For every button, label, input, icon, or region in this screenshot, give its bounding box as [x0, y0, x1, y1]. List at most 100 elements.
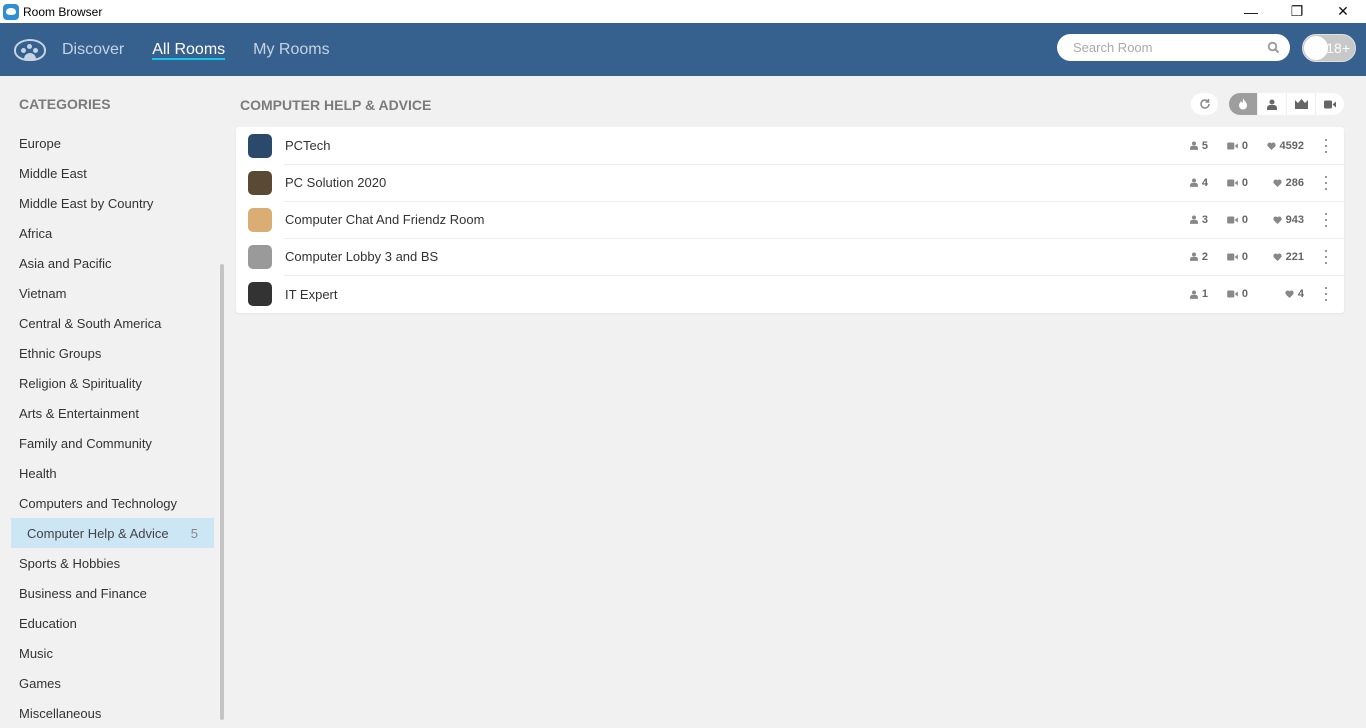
sidebar-scrollbar[interactable]	[220, 264, 224, 720]
like-count-value: 4	[1297, 288, 1304, 300]
like-count: 4592	[1266, 139, 1304, 152]
room-row[interactable]: Computer Lobby 3 and BS 2 0 221	[236, 238, 1344, 275]
category-item[interactable]: Ethnic Groups	[0, 338, 226, 368]
refresh-icon	[1199, 99, 1210, 109]
user-count: 3	[1189, 213, 1208, 226]
like-count-value: 221	[1285, 250, 1304, 263]
camera-count: 0	[1227, 177, 1248, 189]
category-item[interactable]: Arts & Entertainment	[0, 398, 226, 428]
room-list: PCTech 5 0 4592 PC Solution 2020 4 0 286…	[236, 127, 1344, 313]
close-button[interactable]: ✕	[1320, 0, 1366, 23]
user-icon	[1267, 99, 1277, 110]
user-count-value: 2	[1201, 250, 1208, 263]
subcategory-label: Computer Help & Advice	[27, 525, 169, 541]
category-item[interactable]: Family and Community	[0, 428, 226, 458]
camera-icon	[1227, 215, 1238, 224]
subcategory-item-selected[interactable]: Computer Help & Advice 5	[11, 518, 214, 548]
category-item[interactable]: Music	[0, 638, 226, 668]
more-options-icon[interactable]	[1322, 138, 1330, 153]
tab-all-rooms[interactable]: All Rooms	[152, 23, 225, 76]
category-item[interactable]: Middle East	[0, 158, 226, 188]
user-icon	[1189, 252, 1198, 261]
category-list: Europe Middle East Middle East by Countr…	[0, 128, 226, 728]
category-item[interactable]: Education	[0, 608, 226, 638]
restore-button[interactable]: ❐	[1274, 0, 1320, 23]
room-avatar	[248, 282, 272, 306]
camera-icon	[1227, 252, 1238, 261]
category-item[interactable]: Europe	[0, 128, 226, 158]
heart-icon	[1273, 253, 1282, 261]
tab-my-rooms[interactable]: My Rooms	[253, 23, 329, 76]
room-name: PC Solution 2020	[285, 175, 387, 190]
more-options-icon[interactable]	[1322, 212, 1330, 227]
title-bar: Room Browser — ❐ ✕	[0, 0, 1366, 23]
sort-premium-button[interactable]	[1287, 93, 1316, 115]
heart-icon	[1273, 179, 1282, 187]
user-count: 2	[1189, 250, 1208, 263]
more-options-icon[interactable]	[1322, 287, 1330, 301]
category-item[interactable]: Middle East by Country	[0, 188, 226, 218]
category-sidebar: CATEGORIES Europe Middle East Middle Eas…	[0, 76, 226, 728]
room-row[interactable]: IT Expert 1 0 4	[236, 275, 1344, 313]
toggle-label: 18+	[1326, 40, 1350, 56]
refresh-button[interactable]	[1191, 93, 1218, 115]
like-count-value: 4592	[1279, 139, 1304, 152]
room-name: Computer Chat And Friendz Room	[285, 212, 485, 227]
camera-icon	[1227, 290, 1238, 298]
category-item[interactable]: Africa	[0, 218, 226, 248]
category-item[interactable]: Games	[0, 668, 226, 698]
minimize-button[interactable]: —	[1228, 0, 1274, 23]
camera-icon	[1227, 141, 1238, 150]
sort-cameras-button[interactable]	[1316, 93, 1344, 115]
user-count: 1	[1189, 288, 1208, 300]
camera-count-value: 0	[1241, 213, 1248, 226]
camera-count: 0	[1227, 214, 1248, 226]
user-count-value: 5	[1201, 139, 1208, 152]
like-count-value: 943	[1285, 213, 1304, 226]
flame-icon	[1239, 98, 1247, 110]
like-count: 286	[1273, 177, 1304, 189]
category-item[interactable]: Computers and Technology	[0, 488, 226, 518]
sort-popular-button[interactable]	[1229, 93, 1258, 115]
window-title: Room Browser	[23, 4, 103, 19]
room-row[interactable]: PCTech 5 0 4592	[236, 127, 1344, 164]
search-input[interactable]	[1057, 34, 1290, 61]
category-item[interactable]: Sports & Hobbies	[0, 548, 226, 578]
like-count: 4	[1285, 288, 1304, 300]
category-item[interactable]: Vietnam	[0, 278, 226, 308]
user-count-value: 3	[1201, 213, 1208, 226]
like-count-value: 286	[1285, 176, 1304, 189]
more-options-icon[interactable]	[1322, 175, 1330, 190]
like-count: 221	[1273, 251, 1304, 263]
search-icon[interactable]	[1267, 41, 1280, 54]
categories-heading: CATEGORIES	[19, 96, 111, 112]
room-row[interactable]: PC Solution 2020 4 0 286	[236, 164, 1344, 201]
category-item[interactable]: Asia and Pacific	[0, 248, 226, 278]
sort-users-button[interactable]	[1258, 93, 1287, 115]
room-avatar	[248, 207, 272, 232]
room-count: 5	[190, 525, 198, 541]
user-icon	[1189, 290, 1198, 299]
user-count-value: 1	[1201, 288, 1208, 300]
room-name: Computer Lobby 3 and BS	[285, 249, 439, 264]
camera-icon	[1227, 178, 1238, 187]
camera-count-value: 0	[1241, 250, 1248, 263]
adult-content-toggle[interactable]: 18+	[1302, 34, 1356, 62]
camera-count-value: 0	[1241, 139, 1248, 152]
category-item[interactable]: Health	[0, 458, 226, 488]
room-row[interactable]: Computer Chat And Friendz Room 3 0 943	[236, 201, 1344, 238]
category-item[interactable]: Business and Finance	[0, 578, 226, 608]
category-item[interactable]: Central & South America	[0, 308, 226, 338]
category-item[interactable]: Miscellaneous	[0, 698, 226, 728]
heart-icon	[1266, 142, 1276, 150]
like-count: 943	[1273, 214, 1304, 226]
user-count: 4	[1189, 177, 1208, 189]
crown-icon	[1294, 99, 1308, 109]
sort-options	[1229, 93, 1344, 115]
tab-discover[interactable]: Discover	[62, 23, 124, 76]
category-item[interactable]: Religion & Spirituality	[0, 368, 226, 398]
camera-count-value: 0	[1241, 176, 1248, 189]
user-count: 5	[1189, 139, 1208, 152]
more-options-icon[interactable]	[1322, 249, 1330, 264]
room-name: PCTech	[285, 138, 331, 153]
